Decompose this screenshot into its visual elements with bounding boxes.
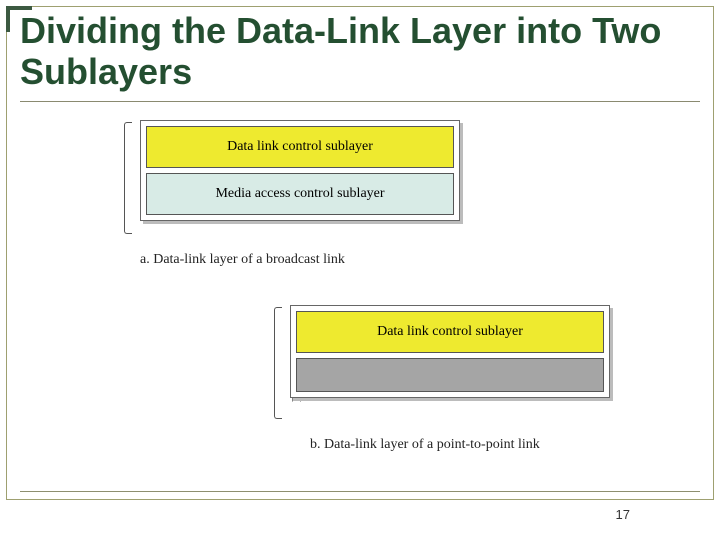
figure-b-row-empty [296,358,604,392]
figure-b-box: Data link control sublayer [290,305,610,398]
figure-a: Data-link layer Data link control sublay… [120,120,480,268]
content-area: Data-link layer Data link control sublay… [0,110,720,490]
figure-a-row-dlc: Data link control sublayer [146,126,454,168]
figure-a-box: Data link control sublayer Media access … [140,120,460,221]
figure-b-bracket [274,307,282,419]
figure-b-caption: b. Data-link layer of a point-to-point l… [310,437,640,453]
figure-b-stage: Data-link layer Data link control sublay… [270,305,640,423]
figure-a-stage: Data-link layer Data link control sublay… [120,120,480,238]
figure-b-row-dlc: Data link control sublayer [296,311,604,353]
slide-title: Dividing the Data-Link Layer into Two Su… [20,10,700,102]
figure-b: Data-link layer Data link control sublay… [270,305,640,453]
figure-a-caption: a. Data-link layer of a broadcast link [140,252,480,268]
figure-a-bracket [124,122,132,234]
page-number: 17 [616,507,630,522]
figure-a-row-mac: Media access control sublayer [146,173,454,215]
bottom-rule [20,491,700,492]
